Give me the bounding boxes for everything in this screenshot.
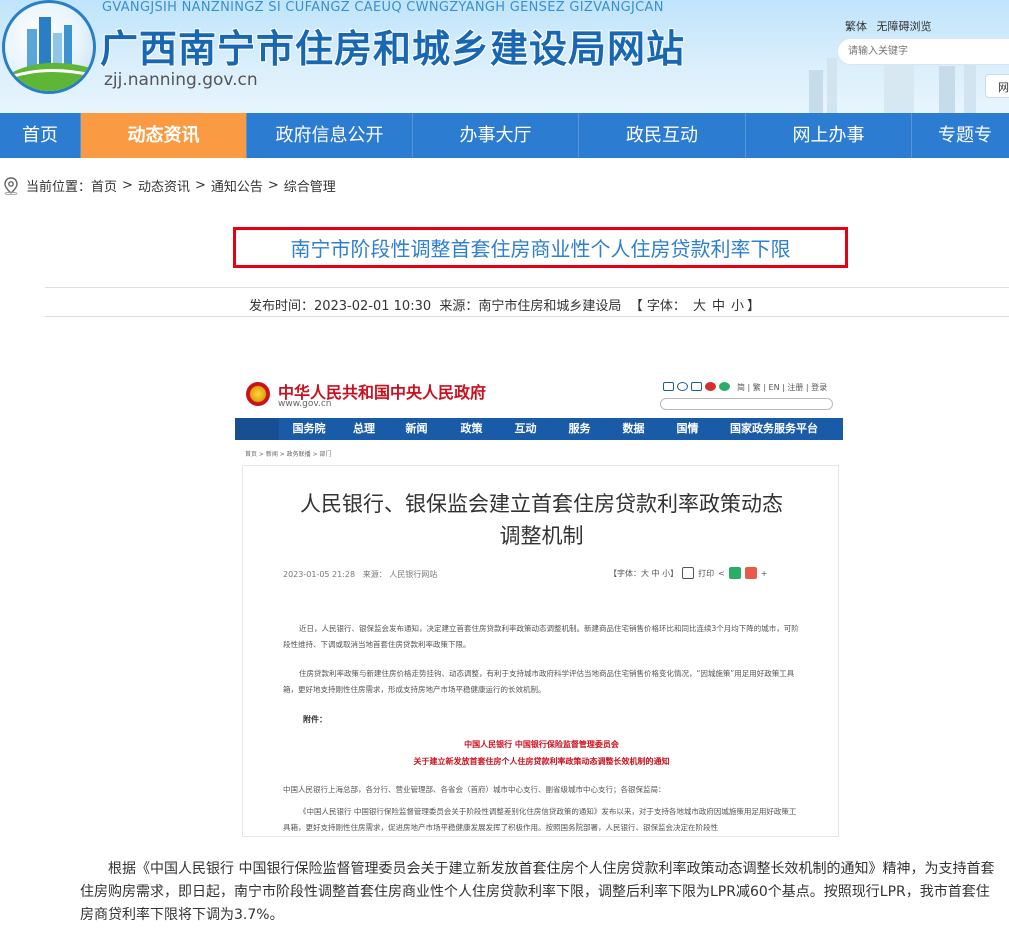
breadcrumb-separator: > xyxy=(122,178,133,193)
print-icon xyxy=(682,567,695,579)
top-links: 繁体 无障碍浏览 xyxy=(845,18,938,34)
gov-nav-item: 新闻 xyxy=(405,422,428,435)
gov-article-source: 来源： 人民银行网站 xyxy=(362,570,438,579)
font-size-small[interactable]: 小 xyxy=(731,299,744,314)
nav-online-service[interactable]: 网上办事 xyxy=(746,113,912,158)
article-meta: 发布时间：2023-02-01 10:30 来源：南宁市住房和城乡建设局 【 字… xyxy=(0,295,1009,314)
gov-nav-item: 国务院 xyxy=(292,422,326,435)
font-size-label: 【 字体： xyxy=(629,299,686,314)
publish-label: 发布时间： xyxy=(248,299,314,314)
side-button[interactable]: 网 xyxy=(985,74,1009,98)
plus-icon: + xyxy=(760,568,768,578)
article-body: 根据《中国人民银行 中国银行保险监督管理委员会关于建立新发放首套住房个人住房贷款… xyxy=(80,861,995,923)
national-emblem-icon xyxy=(246,382,270,406)
gov-article-time: 2023-01-05 21:28 xyxy=(283,570,356,579)
gov-nav-item: 政策 xyxy=(460,422,483,435)
breadcrumb-home[interactable]: 首页 xyxy=(91,176,117,195)
gov-breadcrumb: 首页 > 新闻 > 政务联播 > 部门 xyxy=(245,451,332,458)
gov-search-box xyxy=(660,398,833,410)
gov-annex-label: 附件： xyxy=(303,715,327,724)
weibo-icon xyxy=(705,382,716,391)
divider xyxy=(45,287,1009,288)
site-search-input[interactable] xyxy=(837,38,1009,65)
nav-topics[interactable]: 专题专 xyxy=(912,113,1009,158)
gov-nav-item: 总理 xyxy=(353,422,375,435)
share-icon: < xyxy=(718,568,725,578)
breadcrumb-general[interactable]: 综合管理 xyxy=(284,176,336,195)
traditional-chinese-link[interactable]: 繁体 xyxy=(845,20,867,33)
gov-nav-item: 服务 xyxy=(568,422,591,435)
wechat-icon xyxy=(719,382,730,391)
tiananmen-icon xyxy=(235,418,279,440)
gov-notice-recipients: 中国人民银行上海总部，各分行、营业管理部、各省会（首府）城市中心支行、副省级城市… xyxy=(283,785,666,794)
gov-nav-item: 数据 xyxy=(622,422,645,435)
site-logo-icon[interactable] xyxy=(2,0,96,94)
breadcrumb-separator: > xyxy=(267,178,279,193)
gov-article-paragraph: 近日，人民银行、银保监会发布通知，决定建立首套住房贷款利率政策动态调整机制。新建… xyxy=(283,624,799,649)
font-size-close: 】 xyxy=(747,299,761,314)
publish-time: 2023-02-01 10:30 xyxy=(313,299,432,314)
font-size-medium[interactable]: 中 xyxy=(712,299,725,314)
breadcrumb-news[interactable]: 动态资讯 xyxy=(138,176,190,195)
article-image: 中华人民共和国中央人民政府 www.gov.cn 简 | 繁 | EN | 注册… xyxy=(235,365,843,837)
nav-service-hall[interactable]: 办事大厅 xyxy=(413,113,579,158)
font-size-large[interactable]: 大 xyxy=(693,299,706,314)
gov-nav-item: 互动 xyxy=(514,422,537,435)
site-banner: GVANGJSIH NANZNINGZ SI CUFANGZ CAEUQ CWN… xyxy=(0,0,1009,113)
accessibility-link[interactable]: 无障碍浏览 xyxy=(877,20,932,33)
gov-article-title: 人民银行、银保监会建立首套住房贷款利率政策动态 调整机制 xyxy=(243,488,840,552)
breadcrumb-prefix: 当前位置： xyxy=(26,180,92,195)
gov-print-label: 打印 xyxy=(698,568,715,578)
article-source: 南宁市住房和城乡建设局 xyxy=(478,299,622,314)
gov-site-url: www.gov.cn xyxy=(278,399,332,409)
gov-article: 人民银行、银保监会建立首套住房贷款利率政策动态 调整机制 2023-01-05 … xyxy=(242,465,839,837)
gov-article-meta: 2023-01-05 21:28 来源： 人民银行网站 xyxy=(283,569,437,580)
article-title-highlight: 南宁市阶段性调整首套住房商业性个人住房贷款利率下限 xyxy=(233,227,848,268)
mail-icon xyxy=(663,382,674,391)
gov-font-size: 【字体：大 中 小】 xyxy=(609,568,679,578)
gov-article-paragraph: 《中国人民银行 中国银行保险监督管理委员会关于阶段性调整差别化住房信贷政策的通知… xyxy=(283,807,797,832)
gov-nav: 国务院 总理 新闻 政策 互动 服务 数据 国情 国家政务服务平台 xyxy=(235,418,843,440)
gov-article-title-line1: 人民银行、银保监会建立首套住房贷款利率政策动态 xyxy=(300,492,783,516)
site-title: 广西南宁市住房和城乡建设局网站 xyxy=(100,27,686,71)
gov-article-title-line2: 调整机制 xyxy=(499,524,584,548)
nav-interaction[interactable]: 政民互动 xyxy=(579,113,746,158)
gov-top-links: 简 | 繁 | EN | 注册 | 登录 xyxy=(737,383,828,392)
article-title: 南宁市阶段性调整首套住房商业性个人住房贷款利率下限 xyxy=(290,237,791,261)
gov-notice-title: 关于建立新发放首套住房个人住房贷款利率政策动态调整长效机制的通知 xyxy=(413,757,670,766)
gov-nav-item: 国情 xyxy=(676,422,699,435)
site-pinyin: GVANGJSIH NANZNINGZ SI CUFANGZ CAEUQ CWN… xyxy=(102,0,664,15)
wechat-icon xyxy=(728,567,741,579)
nav-news[interactable]: 动态资讯 xyxy=(81,113,247,158)
main-nav: 首页 动态资讯 政府信息公开 办事大厅 政民互动 网上办事 专题专 xyxy=(0,113,1009,158)
breadcrumb-notices[interactable]: 通知公告 xyxy=(211,176,263,195)
nav-home[interactable]: 首页 xyxy=(0,113,81,158)
source-label: 来源： xyxy=(439,299,479,314)
app-icon xyxy=(677,382,688,391)
divider xyxy=(45,316,1009,317)
weibo-icon xyxy=(744,567,757,579)
location-pin-icon xyxy=(4,176,18,195)
breadcrumb: 当前位置： 首页 > 动态资讯 > 通知公告 > 综合管理 xyxy=(2,176,336,195)
gov-org-line: 中国人民银行 中国银行保险监督管理委员会 xyxy=(464,740,619,749)
mobile-icon xyxy=(691,382,702,391)
site-domain: zjj.nanning.gov.cn xyxy=(104,70,258,90)
gov-social-icons xyxy=(663,382,730,391)
breadcrumb-separator: > xyxy=(194,178,206,193)
nav-gov-info[interactable]: 政府信息公开 xyxy=(247,113,413,158)
gov-nav-item: 国家政务服务平台 xyxy=(730,422,818,435)
gov-article-paragraph: 住房贷款利率政策与新建住房价格走势挂钩、动态调整，有利于支持城市政府科学评估当地… xyxy=(283,669,795,694)
gov-article-tools: 【字体：大 中 小】 打印 < + xyxy=(609,567,768,579)
